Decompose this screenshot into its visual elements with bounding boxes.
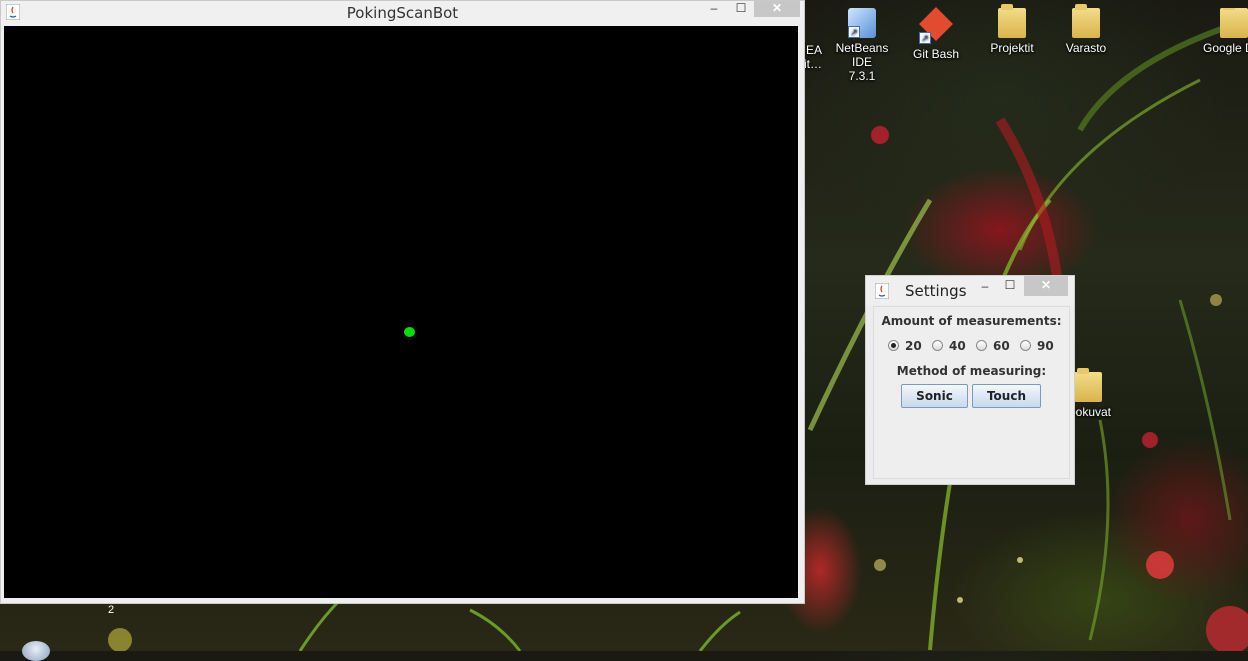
folder-icon [998, 4, 1026, 38]
radio-label: 40 [949, 339, 966, 353]
shortcut-arrow-icon: ↗ [919, 32, 931, 44]
close-button[interactable]: ✕ [754, 1, 800, 17]
desktop-icon-label: Varasto [1065, 41, 1107, 55]
taskbar-badge: 2 [108, 604, 115, 616]
settings-window[interactable]: Settings ‒ ☐ ✕ Amount of measurements: 2… [865, 275, 1075, 485]
desktop-icon-label: Google D [1203, 41, 1248, 55]
radio-label: 20 [905, 339, 922, 353]
desktop-icon-projektit[interactable]: Projektit [974, 4, 1050, 55]
desktop-icon-git-bash[interactable]: ↗ Git Bash [898, 7, 974, 61]
touch-button[interactable]: Touch [972, 384, 1041, 408]
radio-button-selected[interactable] [888, 340, 899, 351]
radio-label: 90 [1037, 339, 1054, 353]
desktop-icon-label: Git Bash [912, 47, 960, 61]
desktop-icon-label: Projektit [990, 41, 1034, 55]
desktop-icon-label: NetBeans IDE [835, 41, 889, 69]
pokingscanbot-window[interactable]: PokingScanBot ‒ ☐ ✕ [0, 0, 805, 604]
desktop-icon-netbeans[interactable]: ↗ NetBeans IDE 7.3.1 [824, 8, 900, 83]
radio-label: 60 [993, 339, 1010, 353]
maximize-button[interactable]: ☐ [728, 1, 754, 17]
minimize-button[interactable]: ‒ [701, 1, 727, 17]
method-label: Method of measuring: [896, 364, 1047, 378]
desktop-icon-varasto[interactable]: Varasto [1048, 4, 1124, 55]
sonic-button[interactable]: Sonic [901, 384, 968, 408]
folder-icon [1072, 4, 1100, 38]
measurements-label: Amount of measurements: [881, 314, 1062, 328]
netbeans-icon: ↗ [848, 8, 876, 38]
scan-point-dot [404, 327, 415, 337]
settings-titlebar[interactable]: Settings ‒ ☐ ✕ [866, 276, 1074, 305]
window-title: PokingScanBot [346, 4, 459, 22]
close-button[interactable]: ✕ [1024, 276, 1068, 296]
scan-canvas[interactable] [4, 26, 798, 598]
folder-icon [1074, 368, 1102, 402]
settings-title: Settings [905, 282, 967, 300]
radio-button[interactable] [976, 340, 987, 351]
google-drive-folder-icon [1220, 8, 1248, 38]
desktop-icon-label: 7.3.1 [848, 69, 876, 83]
maximize-button[interactable]: ☐ [997, 278, 1023, 294]
desktop-icon-google-drive[interactable]: Google D [1196, 8, 1248, 55]
start-orb-icon[interactable] [22, 641, 50, 661]
minimize-button[interactable]: ‒ [972, 279, 998, 295]
settings-panel: Amount of measurements: 20 40 60 90 Meth… [873, 306, 1070, 479]
shortcut-arrow-icon: ↗ [848, 26, 860, 38]
radio-button[interactable] [1020, 340, 1031, 351]
git-bash-icon: ↗ [919, 7, 953, 44]
radio-button[interactable] [932, 340, 943, 351]
window-titlebar[interactable]: PokingScanBot ‒ ☐ ✕ [1, 1, 804, 26]
java-icon [875, 283, 889, 299]
